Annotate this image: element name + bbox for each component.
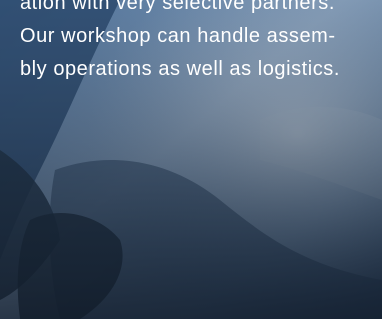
body-line-1: ation with very selective partners. (20, 0, 335, 14)
body-line-2: Our workshop can handle assem- (20, 25, 336, 47)
promo-panel: ation with very selective partners. Our … (0, 0, 382, 319)
body-paragraph: ation with very selective partners. Our … (20, 0, 376, 86)
body-line-3: bly operations as well as logistics. (20, 58, 340, 80)
